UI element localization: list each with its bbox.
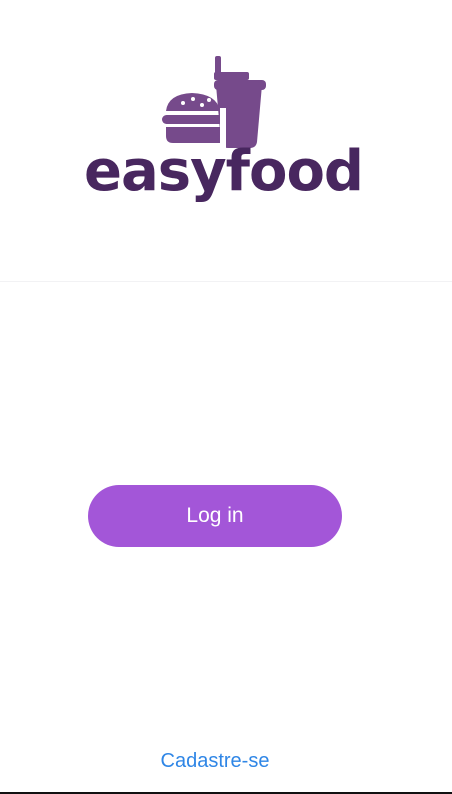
login-button[interactable]: Log in — [88, 485, 342, 547]
divider — [0, 281, 452, 282]
easyfood-logo: easyfood — [80, 52, 364, 227]
brand-name: easyfood — [84, 139, 364, 204]
signup-link[interactable]: Cadastre-se — [0, 750, 430, 773]
login-screen: easyfood Log in Cadastre-se — [0, 0, 452, 794]
